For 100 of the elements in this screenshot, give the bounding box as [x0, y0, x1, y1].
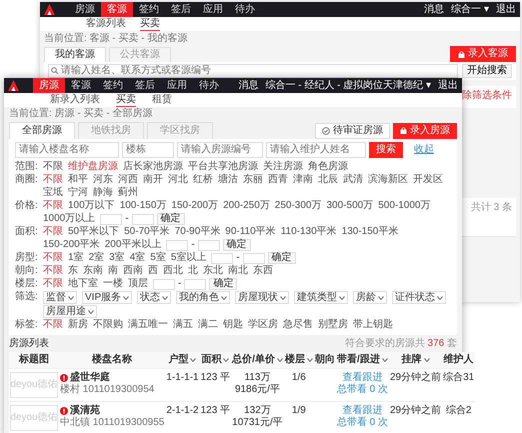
filter-option[interactable]: 开发区 [413, 174, 443, 186]
search-button[interactable]: 开始搜索 [462, 64, 512, 78]
nav-link[interactable]: 综合一 ▾ [451, 4, 489, 16]
filter-option[interactable]: 平台共享池房源 [188, 161, 258, 173]
filter-option[interactable]: 90-110平米 [225, 226, 276, 238]
nav-tab[interactable]: 应用 [161, 78, 193, 93]
filter-option[interactable]: 满五唯一 [128, 319, 168, 331]
filter-option[interactable]: 津南 [293, 174, 313, 186]
filter-option[interactable]: 西南 [123, 265, 143, 277]
filter-option[interactable]: 地下室 [68, 278, 98, 290]
filter-option[interactable]: 东 [68, 265, 78, 277]
filter-dropdown[interactable]: 我的角色 [176, 291, 230, 304]
filter-option[interactable]: 4室 [130, 252, 146, 264]
filter-option[interactable]: 西北 [163, 265, 183, 277]
filter-option[interactable]: 南开 [143, 174, 163, 186]
filter-option[interactable]: 红桥 [193, 174, 213, 186]
property-name[interactable]: 盛世华庭 [70, 372, 110, 384]
nav-tab[interactable]: 签后 [165, 2, 197, 17]
filter-option[interactable]: 5室 [150, 252, 166, 264]
filter-dropdown[interactable]: 房龄 [353, 291, 388, 304]
filter-dropdown[interactable]: 建筑类型 [294, 291, 348, 304]
filter-option[interactable]: 带上钥匙 [353, 319, 393, 331]
filter-option[interactable]: 110-130平米 [280, 226, 337, 238]
filter-option[interactable]: 不限 [43, 252, 63, 264]
filter-option[interactable]: 150-200万 [171, 200, 218, 212]
filter-option[interactable]: 钥匙 [223, 319, 243, 331]
range-input[interactable] [211, 252, 234, 264]
range-input[interactable] [198, 240, 220, 250]
filter-option[interactable]: 北辰 [318, 174, 338, 186]
filter-option[interactable]: 维护盘房源 [68, 161, 118, 173]
add-button[interactable]: 录入房源 [393, 122, 457, 138]
clear-filters-link[interactable]: 除筛选条件 [462, 90, 512, 101]
nav-link[interactable]: 退出 [438, 80, 458, 92]
nav-link[interactable]: 综合一 - 经纪人 - 虚拟岗位天津德纪 ▾ [265, 80, 431, 92]
range-input[interactable] [132, 214, 154, 224]
filter-option[interactable]: 角色房源 [308, 161, 348, 173]
filter-option[interactable]: 不限 [43, 265, 63, 277]
filter-option[interactable]: 急尽售 [283, 319, 313, 331]
filter-option[interactable]: 关注房源 [263, 161, 303, 173]
subnav-tab[interactable]: 买卖 [140, 17, 160, 31]
range-input[interactable] [153, 278, 175, 290]
filter-option[interactable]: 蓟州 [118, 187, 138, 199]
filter-option[interactable]: 西 [148, 265, 158, 277]
nav-tab[interactable]: 客源 [65, 78, 97, 93]
filter-option[interactable]: 满五 [173, 319, 193, 331]
filter-option[interactable]: 东北 [203, 265, 223, 277]
filter-option[interactable]: 3室 [109, 252, 125, 264]
filter-option[interactable]: 250-300万 [274, 200, 322, 212]
filter-option[interactable]: 100-150万 [120, 200, 166, 212]
filter-option[interactable]: 武清 [343, 174, 363, 186]
filter-option[interactable]: 河北 [168, 174, 188, 186]
review-button[interactable]: 待审证房源 [315, 122, 390, 138]
filter-option[interactable]: 东丽 [243, 174, 263, 186]
filter-option[interactable]: 不限 [43, 161, 63, 173]
search-button[interactable]: 搜索 [369, 142, 403, 158]
filter-dropdown[interactable]: VIP服务 [82, 291, 132, 304]
subnav-tab[interactable]: 客源列表 [86, 17, 126, 31]
filter-option[interactable]: 新房 [68, 319, 88, 331]
search-field[interactable]: 请输入维护人姓名 [266, 142, 366, 158]
nav-tab[interactable]: 签约 [97, 78, 129, 93]
search-field[interactable]: 楼栋 [122, 142, 174, 158]
collapse-link[interactable]: 收起 [414, 144, 434, 156]
confirm-button[interactable]: 确定 [156, 213, 185, 225]
filter-option[interactable]: 北 [188, 265, 198, 277]
filter-option[interactable]: 50平米以下 [68, 226, 120, 238]
filter-option[interactable]: 和平 [68, 174, 88, 186]
nav-tab[interactable]: 客源 [101, 2, 133, 17]
nav-tab[interactable]: 待办 [229, 2, 261, 17]
filter-option[interactable]: 300-500万 [326, 200, 374, 212]
filter-option[interactable]: 不限 [43, 319, 63, 331]
tab[interactable]: 全部房源 [9, 122, 75, 139]
nav-link[interactable]: 消息 [424, 4, 444, 16]
filter-option[interactable]: 不限 [43, 278, 63, 290]
filter-dropdown[interactable]: 房屋现状 [235, 291, 290, 304]
subnav-tab[interactable]: 买卖 [116, 93, 136, 107]
filter-option[interactable]: 顶层 [128, 278, 148, 290]
nav-tab[interactable]: 应用 [197, 2, 229, 17]
filter-option[interactable]: 不限 [43, 226, 63, 238]
filter-option[interactable]: 东西 [253, 265, 273, 277]
filter-option[interactable]: 5室以上 [170, 252, 206, 264]
filter-dropdown[interactable]: 状态 [137, 291, 172, 304]
filter-option[interactable]: 50-70平米 [124, 226, 170, 238]
filter-option[interactable]: 滨海新区 [368, 174, 408, 186]
nav-tab[interactable]: 签约 [133, 2, 165, 17]
nav-link[interactable]: 消息 [238, 80, 258, 92]
filter-option[interactable]: 店长家池房源 [123, 161, 183, 173]
filter-option[interactable]: 一楼 [103, 278, 123, 290]
filter-option[interactable]: 70-90平米 [174, 226, 220, 238]
filter-option[interactable]: 河西 [118, 174, 138, 186]
add-button[interactable]: 录入客源 [450, 46, 516, 62]
filter-option[interactable]: 东南 [83, 265, 103, 277]
range-input[interactable] [242, 252, 265, 264]
property-name[interactable]: 溪清苑 [70, 405, 100, 417]
filter-option[interactable]: 200平米以上 [104, 239, 162, 251]
filter-option[interactable]: 2室 [88, 252, 104, 264]
filter-option[interactable]: 1室 [68, 252, 84, 264]
filter-option[interactable]: 静海 [93, 187, 113, 199]
filter-option[interactable]: 学区房 [248, 319, 278, 331]
nav-tab[interactable]: 待办 [193, 78, 225, 93]
filter-option[interactable]: 塘沽 [218, 174, 238, 186]
